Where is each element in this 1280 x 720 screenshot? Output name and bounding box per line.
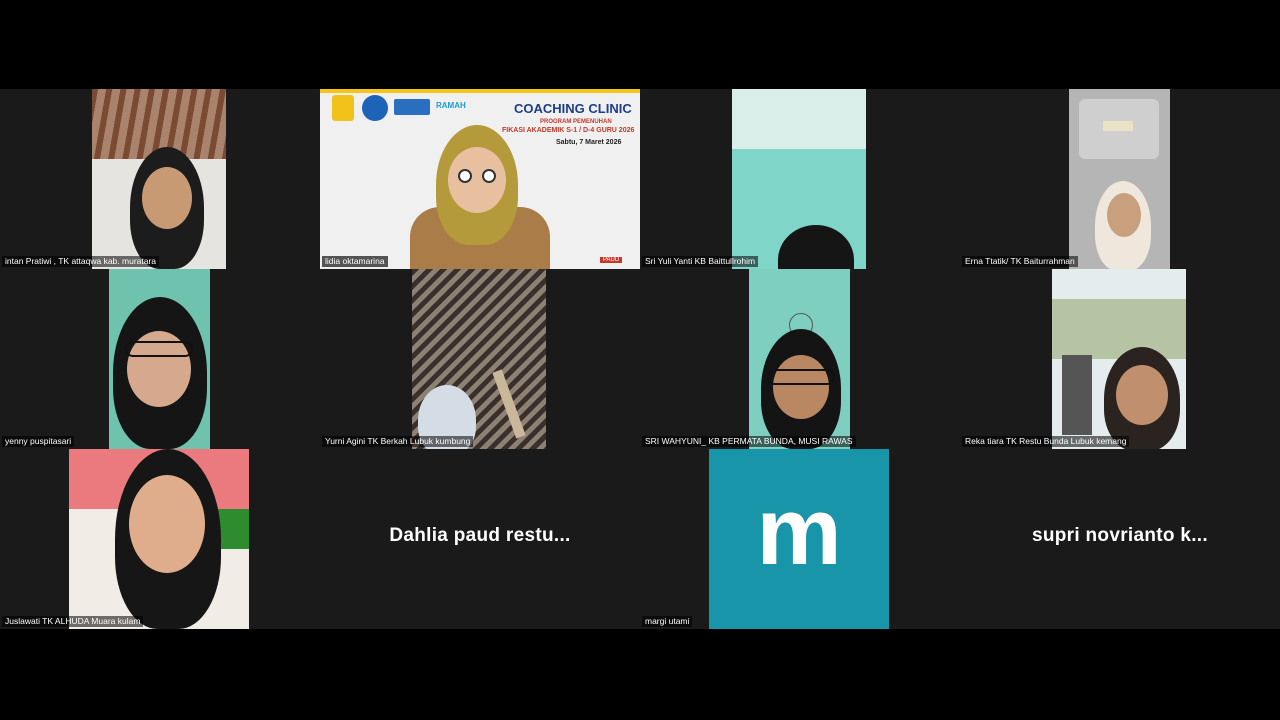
participant-name: SRI WAHYUNI_ KB PERMATA BUNDA, MUSI RAWA…: [642, 436, 856, 447]
participant-name: margi utami: [642, 616, 693, 627]
participant-video: [69, 449, 249, 629]
glasses-icon: [125, 341, 193, 357]
participant-video: [749, 269, 850, 449]
hashtag-logo-icon: [394, 99, 430, 115]
face: [1107, 193, 1141, 237]
avatar: m: [709, 449, 889, 629]
participant-name: Sri Yuli Yanti KB Baittullrohim: [642, 256, 759, 267]
door: [1062, 355, 1092, 435]
face: [142, 167, 192, 229]
participant-video: [1052, 269, 1186, 449]
participant-tile[interactable]: Dahlia paud restu...: [320, 449, 640, 629]
glasses-icon: [767, 369, 835, 385]
participant-video: [412, 269, 546, 449]
participant-tile[interactable]: yenny puspitasari: [0, 269, 320, 449]
participant-tile[interactable]: Reka tiara TK Restu Bunda Lubuk kemang: [960, 269, 1280, 449]
participant-tile[interactable]: Sri Yuli Yanti KB Baittullrohim: [640, 89, 960, 269]
face: [1116, 365, 1168, 425]
avatar-face: [448, 147, 506, 213]
participant-name-display: supri novrianto k...: [1032, 525, 1208, 546]
participant-video: [92, 89, 226, 269]
banner-tag: PAUD: [600, 257, 623, 263]
participant-name: lidia oktamarina: [322, 256, 388, 267]
emblem-icon: [332, 95, 354, 121]
participant-name: Reka tiara TK Restu Bunda Lubuk kemang: [962, 436, 1130, 447]
stick: [492, 369, 526, 439]
participant-name: Yurni Agini TK Berkah Lubuk kumbung: [322, 436, 474, 447]
avatar-letter: m: [756, 478, 842, 585]
participant-tile[interactable]: Yurni Agini TK Berkah Lubuk kumbung: [320, 269, 640, 449]
participant-tile[interactable]: Erna Ttatik/ TK Baiturrahman: [960, 89, 1280, 269]
participant-name-display: Dahlia paud restu...: [389, 525, 571, 546]
ceiling-label: [1103, 121, 1133, 131]
participant-tile[interactable]: m margi utami: [640, 449, 960, 629]
wall-background: [732, 89, 866, 149]
participant-name: Erna Ttatik/ TK Baiturrahman: [962, 256, 1078, 267]
participant-name: Juslawati TK ALHUDA Muara kulam: [2, 616, 144, 627]
participant-tile[interactable]: SRI WAHYUNI_ KB PERMATA BUNDA, MUSI RAWA…: [640, 269, 960, 449]
participant-name: yenny puspitasari: [2, 436, 75, 447]
face: [773, 355, 829, 419]
ramah-logo: RAMAH: [436, 101, 466, 110]
banner-stripe: [320, 89, 640, 93]
tut-wuri-logo-icon: [362, 95, 388, 121]
banner-date: Sabtu, 7 Maret 2026: [556, 139, 622, 146]
video-grid: intan Pratiwi , TK attaqwa kab. muratara…: [0, 89, 1280, 629]
avatar-eye-icon: [482, 169, 496, 183]
participant-tile[interactable]: supri novrianto k...: [960, 449, 1280, 629]
banner-title: COACHING CLINIC: [514, 101, 632, 116]
participant-video: [109, 269, 210, 449]
presentation-banner: RAMAH COACHING CLINIC PROGRAM PEMENUHAN …: [320, 89, 640, 269]
participant-tile[interactable]: Juslawati TK ALHUDA Muara kulam: [0, 449, 320, 629]
hijab: [778, 225, 854, 269]
banner-line-2: FIKASI AKADEMIK S-1 / D-4 GURU 2026: [502, 127, 635, 134]
avatar-eye-icon: [458, 169, 472, 183]
wall-background: [1052, 299, 1186, 359]
participant-name: intan Pratiwi , TK attaqwa kab. muratara: [2, 256, 160, 267]
participant-video: [732, 89, 866, 269]
participant-tile[interactable]: intan Pratiwi , TK attaqwa kab. muratara: [0, 89, 320, 269]
participant-video: [1069, 89, 1170, 269]
face: [129, 475, 205, 573]
banner-line-1: PROGRAM PEMENUHAN: [540, 119, 612, 125]
participant-tile[interactable]: RAMAH COACHING CLINIC PROGRAM PEMENUHAN …: [320, 89, 640, 269]
